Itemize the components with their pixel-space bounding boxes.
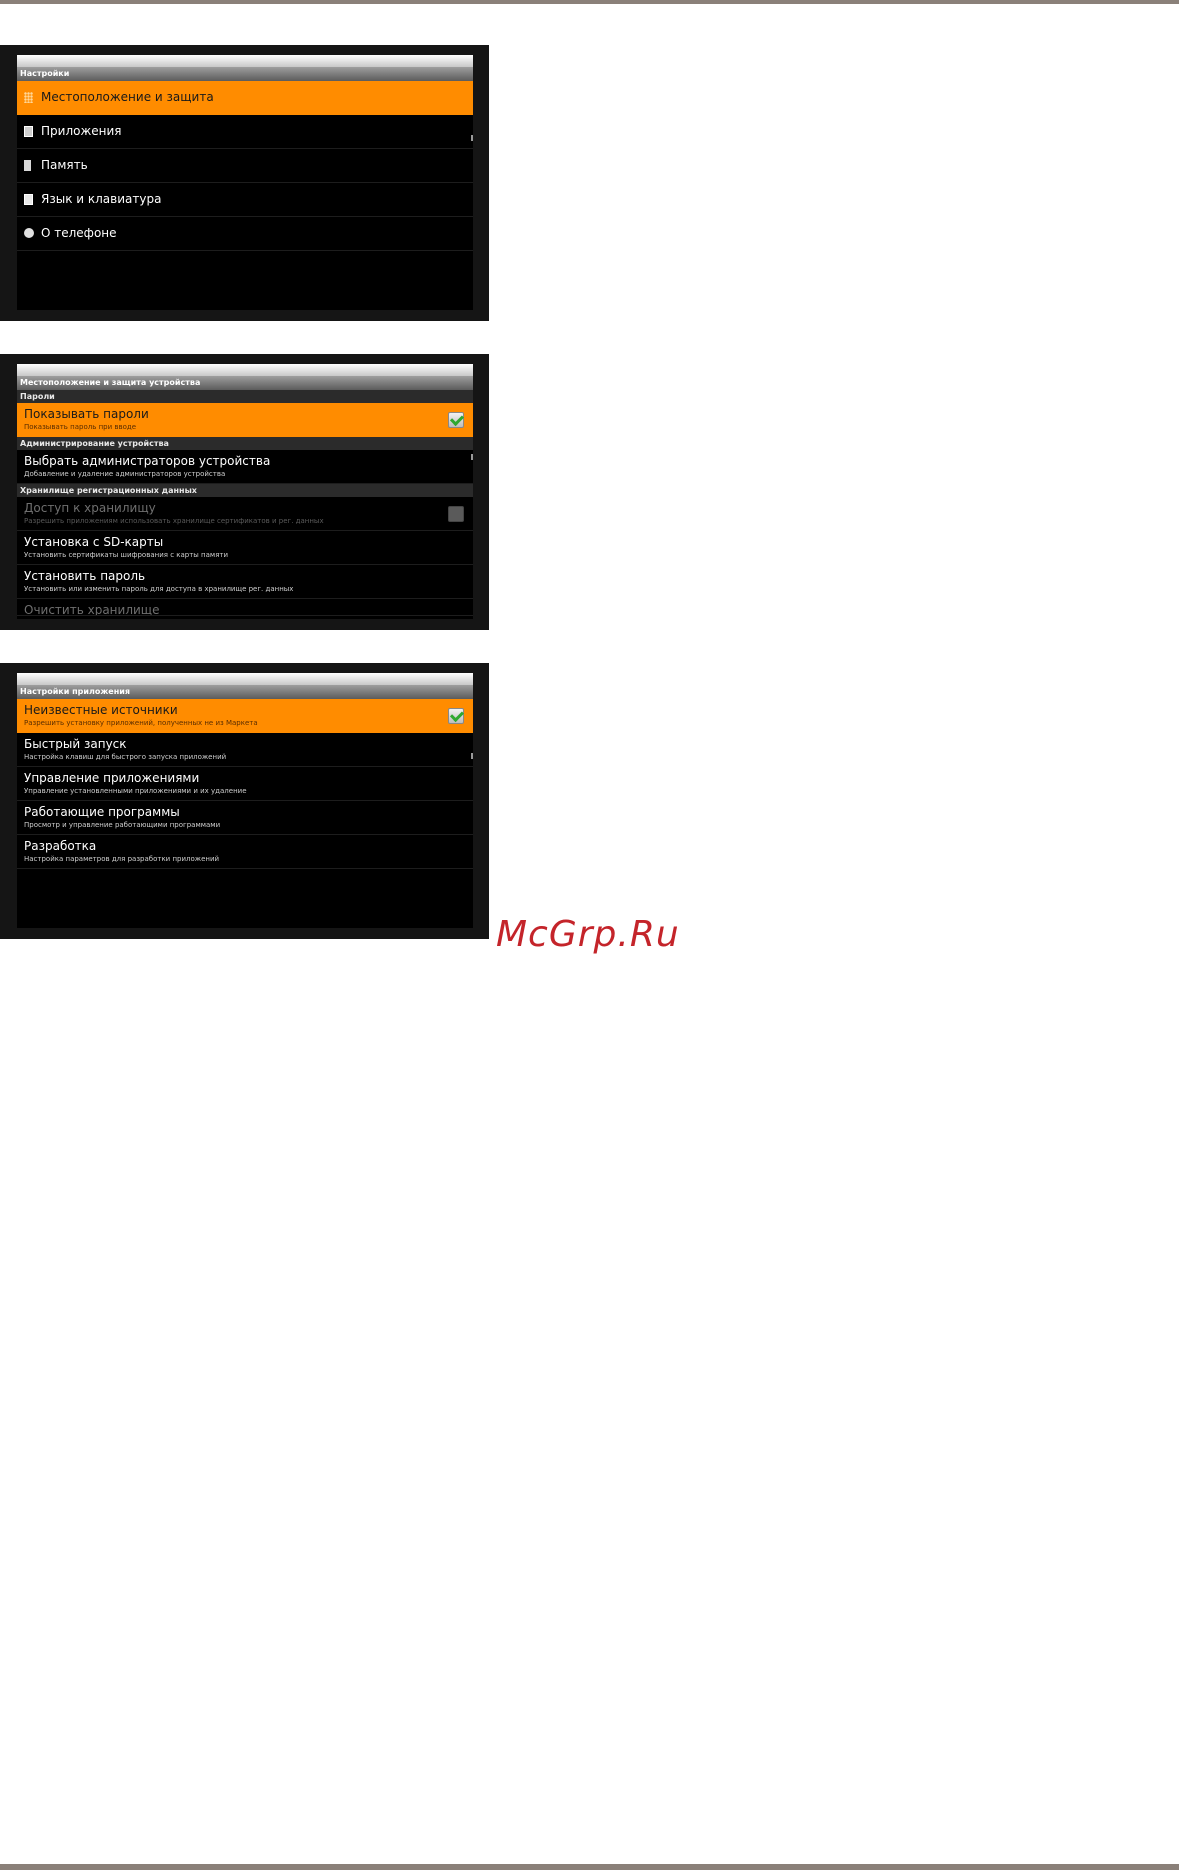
pref-title: Установить пароль xyxy=(24,569,146,583)
pref-unknown-sources[interactable]: Неизвестные источники Разрешить установк… xyxy=(17,699,473,733)
screen-title: Местоположение и защита устройства xyxy=(17,376,473,390)
pref-running-services[interactable]: Работающие программы Просмотр и управлен… xyxy=(17,801,473,835)
pref-summary: Управление установленными приложениями и… xyxy=(24,787,247,795)
pref-title: Быстрый запуск xyxy=(24,737,127,751)
settings-item-label: О телефоне xyxy=(41,226,117,240)
pref-title: Работающие программы xyxy=(24,805,180,819)
applications-icon xyxy=(24,126,33,137)
pref-summary: Показывать пароль при вводе xyxy=(24,423,137,431)
app-settings-screenshot: Настройки приложения Неизвестные источни… xyxy=(0,663,489,939)
pref-summary: Настройка клавиш для быстрого запуска пр… xyxy=(24,753,227,761)
pref-summary: Разрешить приложениям использовать храни… xyxy=(24,517,324,525)
pref-summary: Разрешить установку приложений, полученн… xyxy=(24,719,258,727)
scroll-indicator[interactable] xyxy=(471,753,473,759)
scroll-indicator[interactable] xyxy=(471,454,473,460)
settings-item-label: Приложения xyxy=(41,124,122,138)
show-passwords-checkbox[interactable] xyxy=(448,412,464,428)
section-header-device-admin: Администрирование устройства xyxy=(17,437,473,450)
status-bar xyxy=(17,55,473,67)
settings-item-label: Память xyxy=(41,158,88,172)
top-rule xyxy=(0,0,1179,4)
location-security-screenshot: Местоположение и защита устройства Парол… xyxy=(0,354,489,630)
settings-screenshot: Настройки Местоположение и защита Прилож… xyxy=(0,45,489,321)
pref-summary: Установить сертификаты шифрования с карт… xyxy=(24,551,229,559)
settings-item-about-phone[interactable]: О телефоне xyxy=(17,217,473,251)
pref-summary: Просмотр и управление работающими програ… xyxy=(24,821,221,829)
pref-development[interactable]: Разработка Настройка параметров для разр… xyxy=(17,835,473,869)
pref-summary: Установить или изменить пароль для досту… xyxy=(24,585,294,593)
settings-item-memory[interactable]: Память xyxy=(17,149,473,183)
location-security-screen: Местоположение и защита устройства Парол… xyxy=(17,364,473,619)
pref-title: Очистить хранилище xyxy=(24,603,160,616)
pref-title: Разработка xyxy=(24,839,97,853)
location-grid-icon xyxy=(24,92,33,103)
status-bar xyxy=(17,364,473,376)
settings-item-label: Язык и клавиатура xyxy=(41,192,162,206)
pref-quick-launch[interactable]: Быстрый запуск Настройка клавиш для быст… xyxy=(17,733,473,767)
settings-item-applications[interactable]: Приложения xyxy=(17,115,473,149)
app-settings-screen: Настройки приложения Неизвестные источни… xyxy=(17,673,473,928)
bottom-rule xyxy=(0,1864,1179,1870)
settings-item-language-keyboard[interactable]: Язык и клавиатура xyxy=(17,183,473,217)
pref-title: Управление приложениями xyxy=(24,771,200,785)
info-icon xyxy=(24,228,34,238)
settings-item-label: Местоположение и защита xyxy=(41,90,214,104)
scroll-indicator[interactable] xyxy=(471,135,473,141)
section-header-credential-storage: Хранилище регистрационных данных xyxy=(17,484,473,497)
pref-summary: Настройка параметров для разработки прил… xyxy=(24,855,220,863)
pref-storage-access[interactable]: Доступ к хранилищу Разрешить приложениям… xyxy=(17,497,473,531)
pref-device-admins[interactable]: Выбрать администраторов устройства Добав… xyxy=(17,450,473,484)
pref-install-from-sd[interactable]: Установка с SD-карты Установить сертифик… xyxy=(17,531,473,565)
pref-set-password[interactable]: Установить пароль Установить или изменит… xyxy=(17,565,473,599)
pref-summary: Добавление и удаление администраторов ус… xyxy=(24,470,226,478)
pref-title: Неизвестные источники xyxy=(24,703,178,717)
keyboard-icon xyxy=(24,194,33,205)
section-header-passwords: Пароли xyxy=(17,390,473,403)
watermark-logo: McGrp.Ru xyxy=(496,914,680,955)
pref-manage-applications[interactable]: Управление приложениями Управление устан… xyxy=(17,767,473,801)
sd-card-icon xyxy=(24,160,31,171)
pref-title: Установка с SD-карты xyxy=(24,535,164,549)
screen-title: Настройки xyxy=(17,67,473,81)
status-bar xyxy=(17,673,473,685)
unknown-sources-checkbox[interactable] xyxy=(448,708,464,724)
pref-title: Доступ к хранилищу xyxy=(24,501,156,515)
pref-show-passwords[interactable]: Показывать пароли Показывать пароль при … xyxy=(17,403,473,437)
pref-title: Выбрать администраторов устройства xyxy=(24,454,271,468)
storage-access-checkbox[interactable] xyxy=(448,506,464,522)
pref-clear-storage[interactable]: Очистить хранилище xyxy=(17,599,473,616)
settings-item-location-security[interactable]: Местоположение и защита xyxy=(17,81,473,115)
settings-screen: Настройки Местоположение и защита Прилож… xyxy=(17,55,473,310)
pref-title: Показывать пароли xyxy=(24,407,149,421)
screen-title: Настройки приложения xyxy=(17,685,473,699)
